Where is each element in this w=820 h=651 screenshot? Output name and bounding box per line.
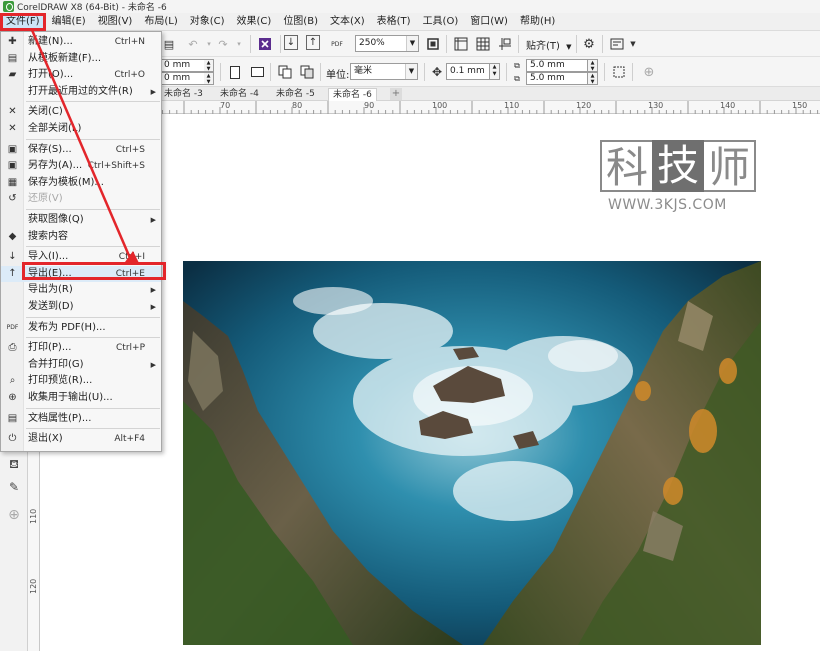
annotation-arrow <box>30 29 139 263</box>
